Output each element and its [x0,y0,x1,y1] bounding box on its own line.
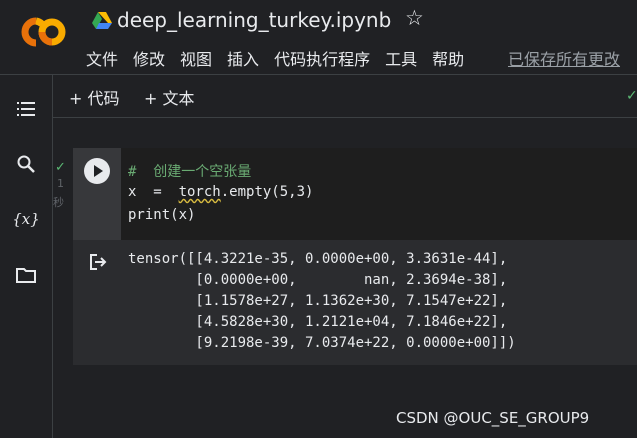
variables-icon[interactable]: {x} [12,207,40,231]
menu-file[interactable]: 文件 [86,46,118,70]
save-status-link[interactable]: 已保存所有更改 [508,46,620,70]
add-text-cell-button[interactable]: + 文本 [144,85,195,109]
menu-tools[interactable]: 工具 [385,46,417,70]
code-token-lhs: x = [128,184,179,200]
code-line-assignment: x = torch.empty(5,3) [128,184,313,200]
menu-help[interactable]: 帮助 [432,46,464,70]
search-icon[interactable] [14,152,38,176]
code-token-call: .empty(5,3) [220,184,314,200]
output-redirect-icon[interactable] [89,253,107,271]
files-icon[interactable] [14,263,38,287]
menu-view[interactable]: 视图 [180,46,212,70]
execution-time-unit: 秒 [53,196,64,209]
colab-logo[interactable] [16,12,68,52]
watermark-text: CSDN @OUC_SE_GROUP9 [396,409,590,427]
execution-time: 1 [57,177,64,190]
code-line-comment: # 创建一个空张量 [128,164,252,180]
menu-insert[interactable]: 插入 [227,46,259,70]
notebook-title[interactable]: deep_learning_turkey.ipynb [117,8,391,32]
output-line: [9.2198e-39, 7.0374e+22, 0.0000e+00]]) [128,335,516,351]
menu-bar: 文件 修改 视图 插入 代码执行程序 工具 帮助 [86,46,479,70]
check-icon[interactable]: ✓ [626,88,637,104]
run-cell-button[interactable] [84,158,110,184]
output-line: [4.5828e+30, 1.2121e+04, 7.1846e+22], [128,314,508,330]
code-token-torch: torch [178,184,221,200]
add-code-cell-button[interactable]: + 代码 [69,85,120,109]
code-line-print: print(x) [128,207,196,223]
menu-edit[interactable]: 修改 [133,46,165,70]
left-sidebar: {x} [0,75,53,438]
output-line: [1.1578e+27, 1.1362e+30, 7.1547e+22], [128,293,508,309]
star-outline-icon[interactable]: ☆ [405,6,424,30]
output-line: tensor([[4.3221e-35, 0.0000e+00, 3.3631e… [128,251,508,267]
google-drive-icon[interactable] [92,12,112,29]
notebook-toolbar: + 代码 + 文本 [53,75,637,118]
output-line: [0.0000e+00, nan, 2.3694e-38], [128,272,508,288]
menu-runtime[interactable]: 代码执行程序 [274,46,370,70]
cell-status-check-icon: ✓ [55,160,66,175]
table-of-contents-icon[interactable] [14,97,38,121]
